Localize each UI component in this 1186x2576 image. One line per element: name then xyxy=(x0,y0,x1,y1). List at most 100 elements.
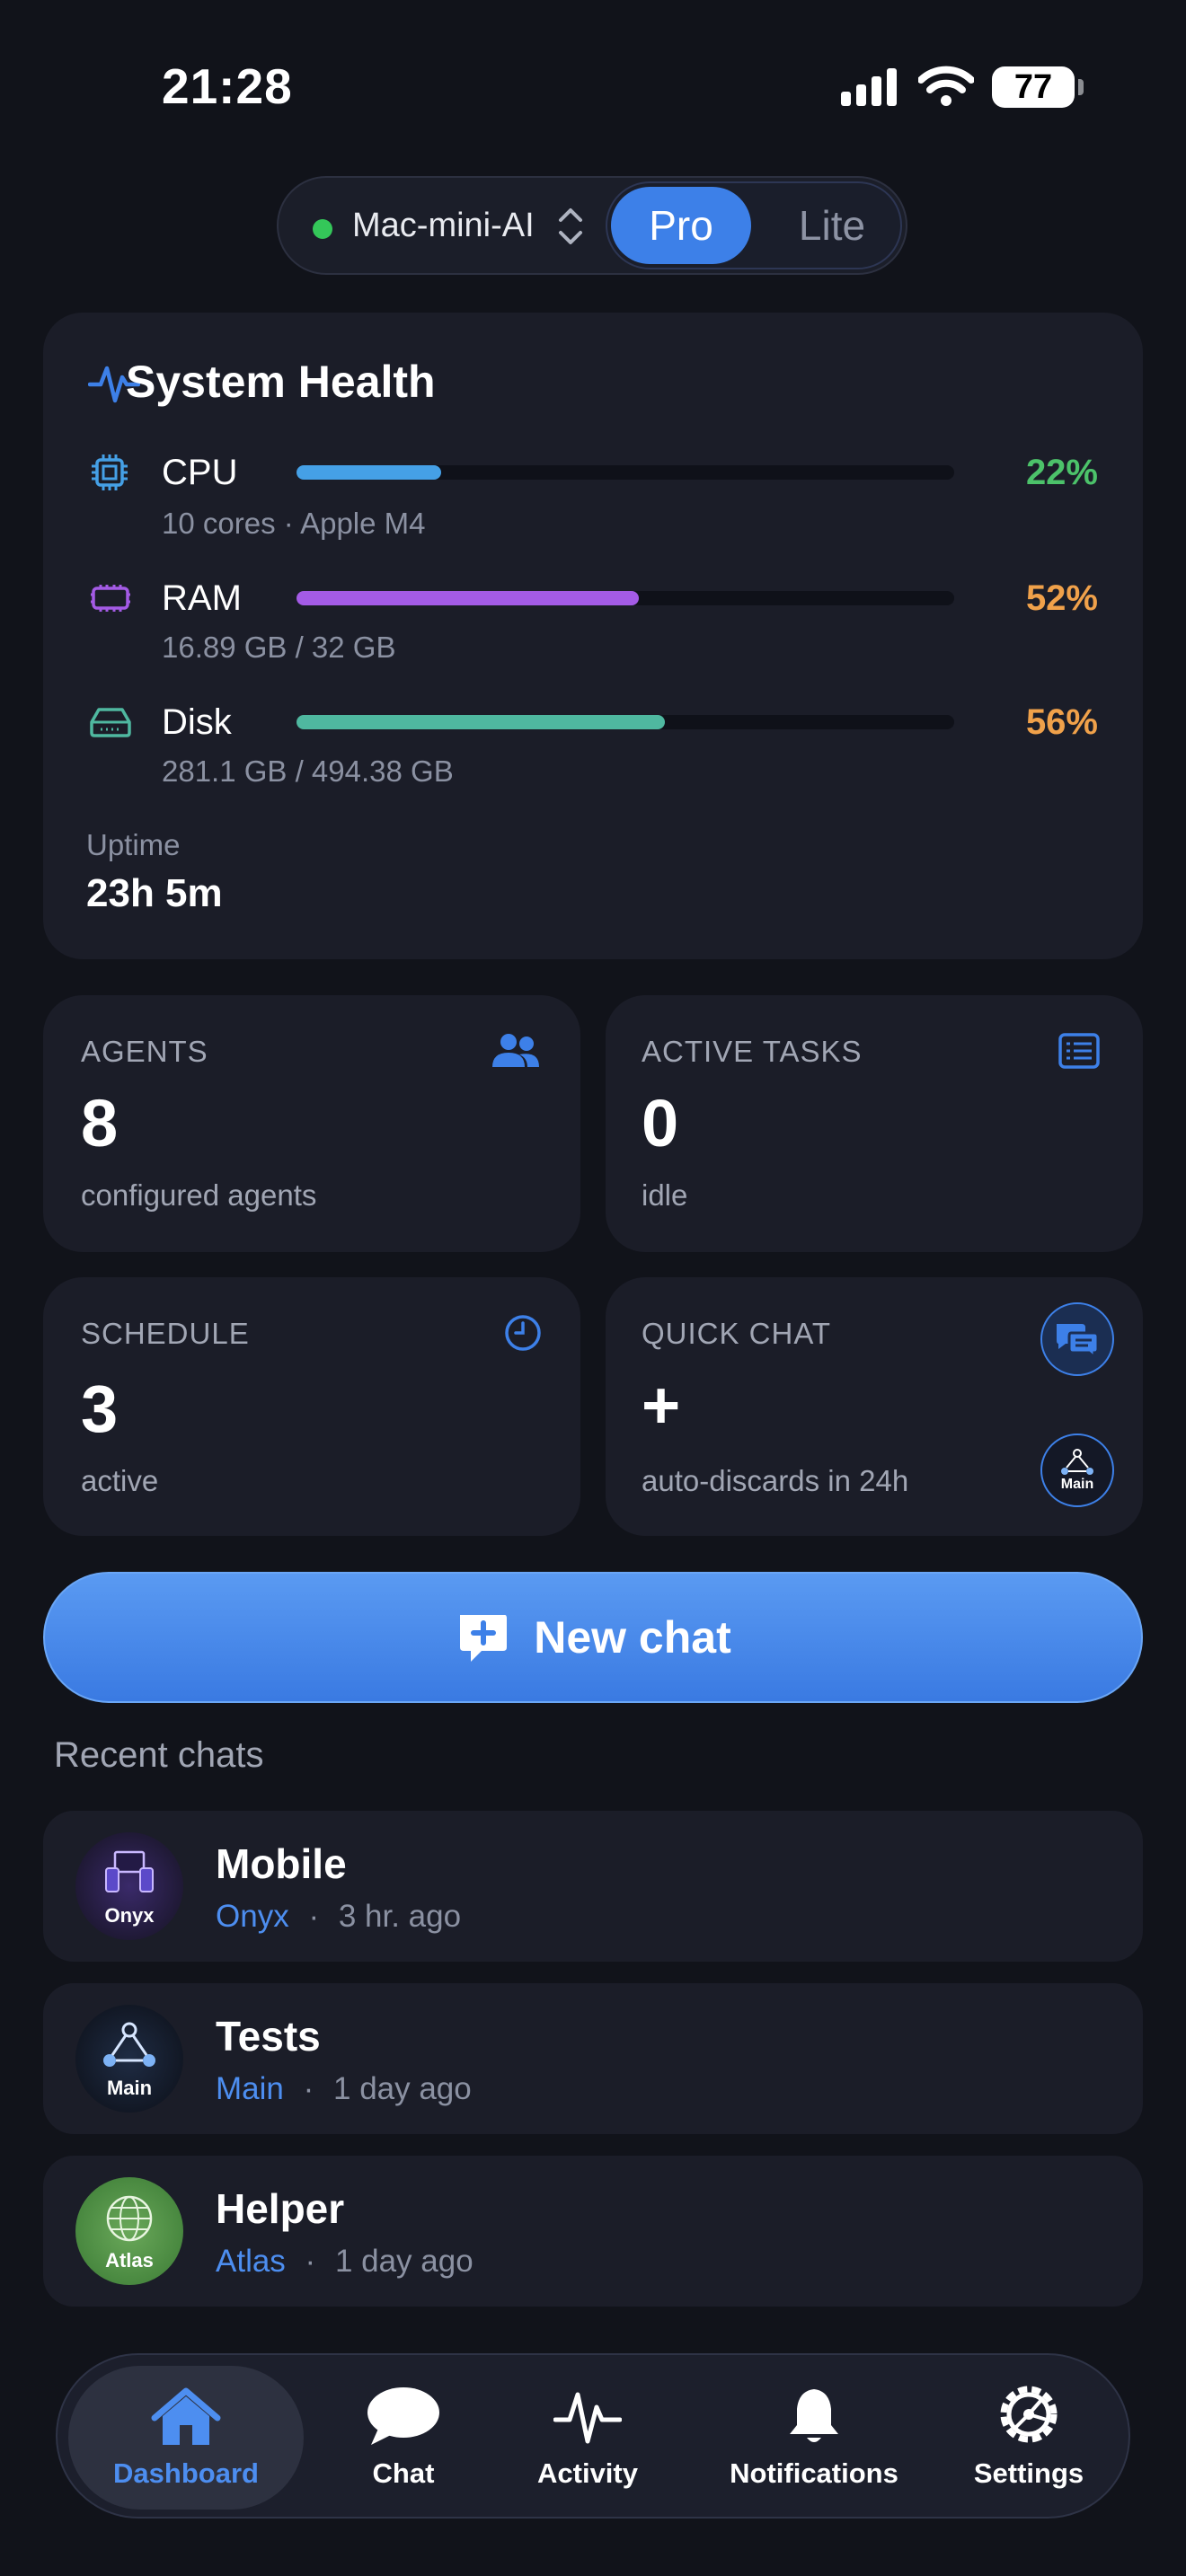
gear-icon xyxy=(1000,2386,1058,2443)
schedule-card[interactable]: SCHEDULE 3 active xyxy=(43,1277,580,1536)
tab-label: Notifications xyxy=(730,2457,898,2489)
active-tasks-label: ACTIVE TASKS xyxy=(642,1035,863,1068)
machine-selector[interactable]: Mac-mini-AI Pro Lite xyxy=(277,176,907,275)
chat-meta: Atlas · 1 day ago xyxy=(216,2244,474,2280)
new-chat-label: New chat xyxy=(534,1612,731,1663)
tab-label: Chat xyxy=(372,2457,435,2489)
chat-title: Tests xyxy=(216,2013,321,2060)
network-icon xyxy=(1061,1449,1093,1475)
quick-chat-agent-avatar[interactable]: Main xyxy=(1040,1434,1114,1507)
devices-icon xyxy=(105,1850,154,1892)
new-chat-button[interactable]: New chat xyxy=(43,1572,1143,1703)
quick-chat-label: QUICK CHAT xyxy=(642,1317,832,1350)
list-icon xyxy=(1058,1033,1100,1069)
memory-chip-icon xyxy=(91,585,130,612)
globe-icon xyxy=(106,2195,153,2242)
agent-avatar-onyx: Onyx xyxy=(75,1832,183,1940)
meta-separator: · xyxy=(305,2244,316,2279)
avatar-caption: Atlas xyxy=(105,2249,154,2272)
machine-name[interactable]: Mac-mini-AI xyxy=(352,207,535,245)
disk-drive-icon xyxy=(90,708,131,737)
chat-time: 3 hr. ago xyxy=(338,1899,462,1934)
agent-avatar-main: Main xyxy=(75,2005,183,2113)
ram-usage-bar xyxy=(296,591,954,605)
cellular-signal-icon xyxy=(841,68,897,106)
mode-lite-button[interactable]: Lite xyxy=(769,187,895,264)
tab-bar: Dashboard Chat Activity Notifications Se… xyxy=(56,2353,1130,2519)
agents-subtitle: configured agents xyxy=(81,1178,317,1212)
schedule-subtitle: active xyxy=(81,1464,159,1497)
agent-avatar-atlas: Atlas xyxy=(75,2177,183,2285)
tab-notifications[interactable]: Notifications xyxy=(706,2366,922,2510)
pulse-icon xyxy=(553,2392,622,2444)
ram-detail: 16.89 GB / 32 GB xyxy=(162,631,396,664)
chat-agent-name: Atlas xyxy=(216,2244,286,2279)
chevron-up-down-icon[interactable] xyxy=(557,203,584,250)
chat-agent-name: Onyx xyxy=(216,1899,289,1934)
status-time: 21:28 xyxy=(162,58,293,114)
chat-title: Helper xyxy=(216,2185,345,2232)
schedule-count: 3 xyxy=(81,1372,119,1446)
chat-row-tests[interactable]: Main Tests Main · 1 day ago xyxy=(43,1983,1143,2134)
chat-title: Mobile xyxy=(216,1840,347,1887)
chat-meta: Main · 1 day ago xyxy=(216,2071,472,2107)
mode-segmented-control: Pro Lite xyxy=(606,181,902,269)
avatar-caption: Onyx xyxy=(104,1904,155,1927)
cpu-percent: 22% xyxy=(1025,453,1098,492)
ram-label: RAM xyxy=(162,578,242,618)
chat-row-helper[interactable]: Atlas Helper Atlas · 1 day ago xyxy=(43,2156,1143,2307)
tab-dashboard[interactable]: Dashboard xyxy=(68,2366,304,2510)
new-chat-icon xyxy=(460,1615,508,1662)
online-status-dot xyxy=(313,219,332,239)
uptime-value: 23h 5m xyxy=(86,871,223,915)
bell-icon xyxy=(790,2389,838,2442)
chat-time: 1 day ago xyxy=(333,2071,472,2106)
chat-time: 1 day ago xyxy=(334,2244,474,2279)
schedule-label: SCHEDULE xyxy=(81,1317,250,1350)
quick-chat-agent-name: Main xyxy=(1060,1477,1094,1492)
clock-icon xyxy=(505,1315,541,1351)
network-icon xyxy=(103,2022,155,2067)
disk-label: Disk xyxy=(162,702,232,742)
uptime-label: Uptime xyxy=(86,828,181,861)
disk-percent: 56% xyxy=(1025,702,1098,742)
cpu-usage-bar xyxy=(296,465,954,480)
cpu-chip-icon xyxy=(92,454,128,490)
active-tasks-count: 0 xyxy=(642,1086,679,1160)
chat-meta: Onyx · 3 hr. ago xyxy=(216,1899,461,1935)
system-health-title: System Health xyxy=(126,357,436,407)
disk-detail: 281.1 GB / 494.38 GB xyxy=(162,754,454,788)
ram-percent: 52% xyxy=(1025,578,1098,618)
meta-separator: · xyxy=(308,1899,320,1934)
chat-bubbles-icon xyxy=(1057,1324,1100,1358)
cpu-detail: 10 cores · Apple M4 xyxy=(162,507,426,540)
chat-bubble-icon xyxy=(367,2387,439,2445)
quick-chat-button[interactable] xyxy=(1040,1302,1114,1376)
avatar-caption: Main xyxy=(106,2077,153,2099)
quick-chat-plus[interactable]: + xyxy=(642,1367,680,1443)
battery-indicator: 77 xyxy=(992,66,1084,108)
quick-chat-subtitle: auto-discards in 24h xyxy=(642,1464,909,1497)
disk-usage-bar xyxy=(296,715,954,729)
wifi-icon xyxy=(918,66,974,106)
agents-label: AGENTS xyxy=(81,1035,208,1068)
active-tasks-card[interactable]: ACTIVE TASKS 0 idle xyxy=(606,995,1143,1252)
tab-settings[interactable]: Settings xyxy=(943,2366,1114,2510)
tab-label: Settings xyxy=(973,2457,1084,2489)
tab-label: Dashboard xyxy=(113,2457,259,2489)
tab-activity[interactable]: Activity xyxy=(507,2366,668,2510)
chat-agent-name: Main xyxy=(216,2071,284,2106)
meta-separator: · xyxy=(303,2071,314,2106)
agents-card[interactable]: AGENTS 8 configured agents xyxy=(43,995,580,1252)
recent-chats-title: Recent chats xyxy=(54,1735,264,1775)
house-icon xyxy=(151,2387,221,2445)
chat-row-mobile[interactable]: Onyx Mobile Onyx · 3 hr. ago xyxy=(43,1811,1143,1962)
people-icon xyxy=(492,1034,539,1067)
agents-count: 8 xyxy=(81,1086,119,1160)
cpu-label: CPU xyxy=(162,453,238,492)
tab-label: Activity xyxy=(537,2457,638,2489)
active-tasks-subtitle: idle xyxy=(642,1178,688,1212)
tab-chat[interactable]: Chat xyxy=(327,2366,480,2510)
quick-chat-card[interactable]: QUICK CHAT + auto-discards in 24h Main xyxy=(606,1277,1143,1536)
mode-pro-button[interactable]: Pro xyxy=(611,187,751,264)
